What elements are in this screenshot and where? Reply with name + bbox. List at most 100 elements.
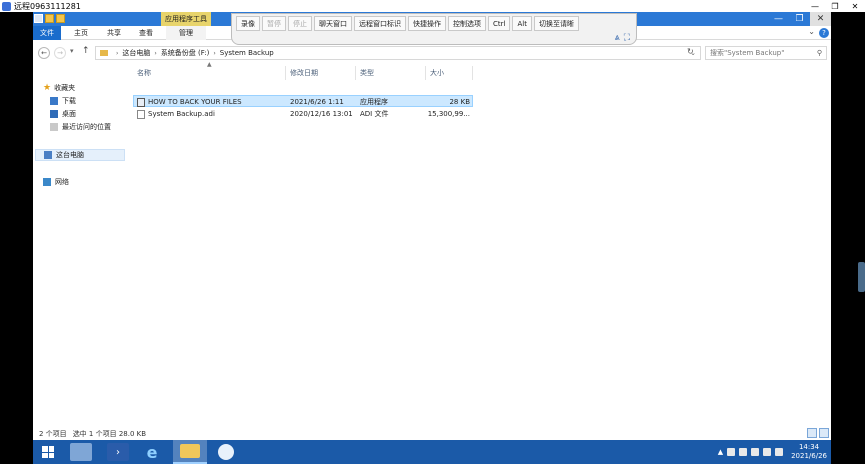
new-folder-icon[interactable] xyxy=(56,14,65,23)
properties-icon[interactable] xyxy=(45,14,54,23)
file-name: HOW TO BACK YOUR FILES xyxy=(148,98,242,106)
tab-home[interactable]: 主页 xyxy=(69,26,93,40)
breadcrumb-folder[interactable]: System Backup xyxy=(220,49,274,57)
large-icons-view-icon[interactable] xyxy=(819,428,829,438)
chevron-right-icon[interactable]: › xyxy=(213,50,215,57)
alt-key-button[interactable]: Alt xyxy=(512,16,532,31)
chevron-right-icon[interactable]: › xyxy=(154,50,156,57)
file-date: 2021/6/26 1:11 xyxy=(290,98,344,106)
system-menu-icon[interactable] xyxy=(34,14,43,23)
refresh-icon[interactable]: ↻ xyxy=(687,47,694,56)
clock[interactable]: 14:34 2021/6/26 xyxy=(791,443,827,461)
ribbon-expand-icon[interactable]: ⌄ xyxy=(808,27,815,36)
breadcrumb-drive[interactable]: 系统备份盘 (F:) xyxy=(161,48,210,58)
details-view-icon[interactable] xyxy=(807,428,817,438)
explorer-close-button[interactable]: ✕ xyxy=(810,12,831,26)
volume-icon[interactable] xyxy=(763,448,772,456)
tab-manage[interactable]: 管理 xyxy=(166,26,206,40)
nav-quick-access[interactable]: ★ 收藏夹 xyxy=(43,82,75,94)
remote-control-toolbar: 录像 暂停 停止 聊天窗口 远程窗口标识 快捷操作 控制选项 Ctrl Alt … xyxy=(231,13,637,45)
ctrl-key-button[interactable]: Ctrl xyxy=(488,16,511,31)
chat-window-button[interactable]: 聊天窗口 xyxy=(314,16,352,31)
remote-app-icon xyxy=(2,1,11,11)
nav-quick-access-label: 收藏夹 xyxy=(54,84,76,92)
nav-desktop[interactable]: 桌面 xyxy=(50,108,76,120)
column-header-name[interactable]: 名称 xyxy=(133,66,286,80)
windows-logo-icon xyxy=(42,446,54,458)
context-tab-title: 应用程序工具 xyxy=(161,12,211,26)
taskbar: › e ▲ 14:34 2021/6/26 xyxy=(33,440,831,464)
exe-icon xyxy=(137,97,145,107)
recent-locations-icon[interactable]: ▾ xyxy=(70,47,74,55)
computer-icon xyxy=(44,151,52,159)
remote-window-title: 远程0963111281 xyxy=(14,1,81,11)
fullscreen-icon[interactable]: ⛶ xyxy=(624,33,630,43)
stop-button[interactable]: 停止 xyxy=(288,16,312,31)
search-icon: ⚲ xyxy=(816,49,822,57)
powershell-icon: › xyxy=(107,443,129,461)
tab-share[interactable]: 共享 xyxy=(102,26,126,40)
tray-app-icon[interactable] xyxy=(739,448,748,456)
pause-button[interactable]: 暂停 xyxy=(262,16,286,31)
forward-button[interactable]: → xyxy=(54,47,66,59)
nav-this-pc[interactable]: 这台电脑 xyxy=(35,149,125,161)
quick-actions-button[interactable]: 快捷操作 xyxy=(408,16,446,31)
switch-clarity-button[interactable]: 切换至请晰 xyxy=(533,16,579,31)
explorer-maximize-button[interactable]: ❐ xyxy=(789,12,810,26)
breadcrumb-this-pc[interactable]: 这台电脑 xyxy=(122,48,150,58)
file-size: 28 KB xyxy=(449,98,470,106)
side-panel-handle[interactable] xyxy=(858,262,865,292)
file-type: 应用程序 xyxy=(360,98,388,106)
desktop-icon xyxy=(50,110,58,118)
back-button[interactable]: ← xyxy=(38,47,50,59)
star-icon: ★ xyxy=(43,83,52,93)
record-button[interactable]: 录像 xyxy=(236,16,260,31)
collapse-toolbar-icon[interactable]: ⩓ xyxy=(615,33,620,43)
taskbar-powershell[interactable]: › xyxy=(103,440,133,464)
remote-window-mark-button[interactable]: 远程窗口标识 xyxy=(354,16,406,31)
selection-info: 选中 1 个项目 28.0 KB xyxy=(72,430,147,438)
column-header-date[interactable]: 修改日期 xyxy=(286,66,356,80)
tab-file[interactable]: 文件 xyxy=(33,26,61,40)
tray-app-icon[interactable] xyxy=(727,448,736,456)
file-type: ADI 文件 xyxy=(360,110,389,118)
folder-icon xyxy=(100,50,108,56)
nav-downloads[interactable]: 下载 xyxy=(50,95,76,107)
action-center-icon[interactable] xyxy=(775,448,784,456)
chevron-right-icon[interactable]: › xyxy=(116,50,118,57)
up-button[interactable]: ↑ xyxy=(82,46,90,56)
explorer-minimize-button[interactable]: — xyxy=(768,12,789,26)
close-button[interactable]: ✕ xyxy=(845,0,865,12)
file-row[interactable]: System Backup.adi 2020/12/16 13:01 ADI 文… xyxy=(133,108,473,120)
tab-view[interactable]: 查看 xyxy=(134,26,158,40)
search-input[interactable]: 搜索"System Backup" ⚲ xyxy=(705,46,827,60)
clock-time: 14:34 xyxy=(798,443,820,451)
recent-places-icon xyxy=(50,123,58,131)
control-options-button[interactable]: 控制选项 xyxy=(448,16,486,31)
address-bar[interactable]: › 这台电脑 › 系统备份盘 (F:) › System Backup ⌄ xyxy=(95,46,701,60)
taskbar-remote-app[interactable] xyxy=(211,440,241,464)
network-icon[interactable] xyxy=(751,448,760,456)
taskbar-internet-explorer[interactable]: e xyxy=(137,440,167,464)
file-row[interactable]: HOW TO BACK YOUR FILES 2021/6/26 1:11 应用… xyxy=(133,95,473,107)
taskbar-file-explorer[interactable] xyxy=(173,440,207,464)
restore-button[interactable]: ❐ xyxy=(825,0,845,12)
column-header-size[interactable]: 大小 xyxy=(426,66,473,80)
help-icon[interactable]: ? xyxy=(819,28,829,38)
column-header-type[interactable]: 类型 xyxy=(356,66,426,80)
taskbar-server-manager[interactable] xyxy=(66,440,96,464)
file-icon xyxy=(137,109,145,119)
search-placeholder: 搜索"System Backup" xyxy=(710,49,785,57)
nav-network[interactable]: 网络 xyxy=(43,176,69,188)
minimize-button[interactable]: — xyxy=(805,0,825,12)
file-name: System Backup.adi xyxy=(148,110,215,118)
internet-explorer-icon: e xyxy=(146,442,158,462)
remote-desktop: 应用程序工具 — ❐ ✕ 文件 主页 共享 查看 管理 ⌄ ? 录像 暂停 停止… xyxy=(33,12,831,464)
start-button[interactable] xyxy=(35,440,61,464)
nav-downloads-label: 下载 xyxy=(62,97,76,105)
remote-app-icon xyxy=(218,444,234,460)
file-list: ▲ 名称 修改日期 类型 大小 HOW TO BACK YOUR FILES 2… xyxy=(133,61,831,428)
folder-icon xyxy=(180,444,200,458)
show-hidden-icons-icon[interactable]: ▲ xyxy=(718,448,723,456)
nav-recent[interactable]: 最近访问的位置 xyxy=(50,121,111,133)
